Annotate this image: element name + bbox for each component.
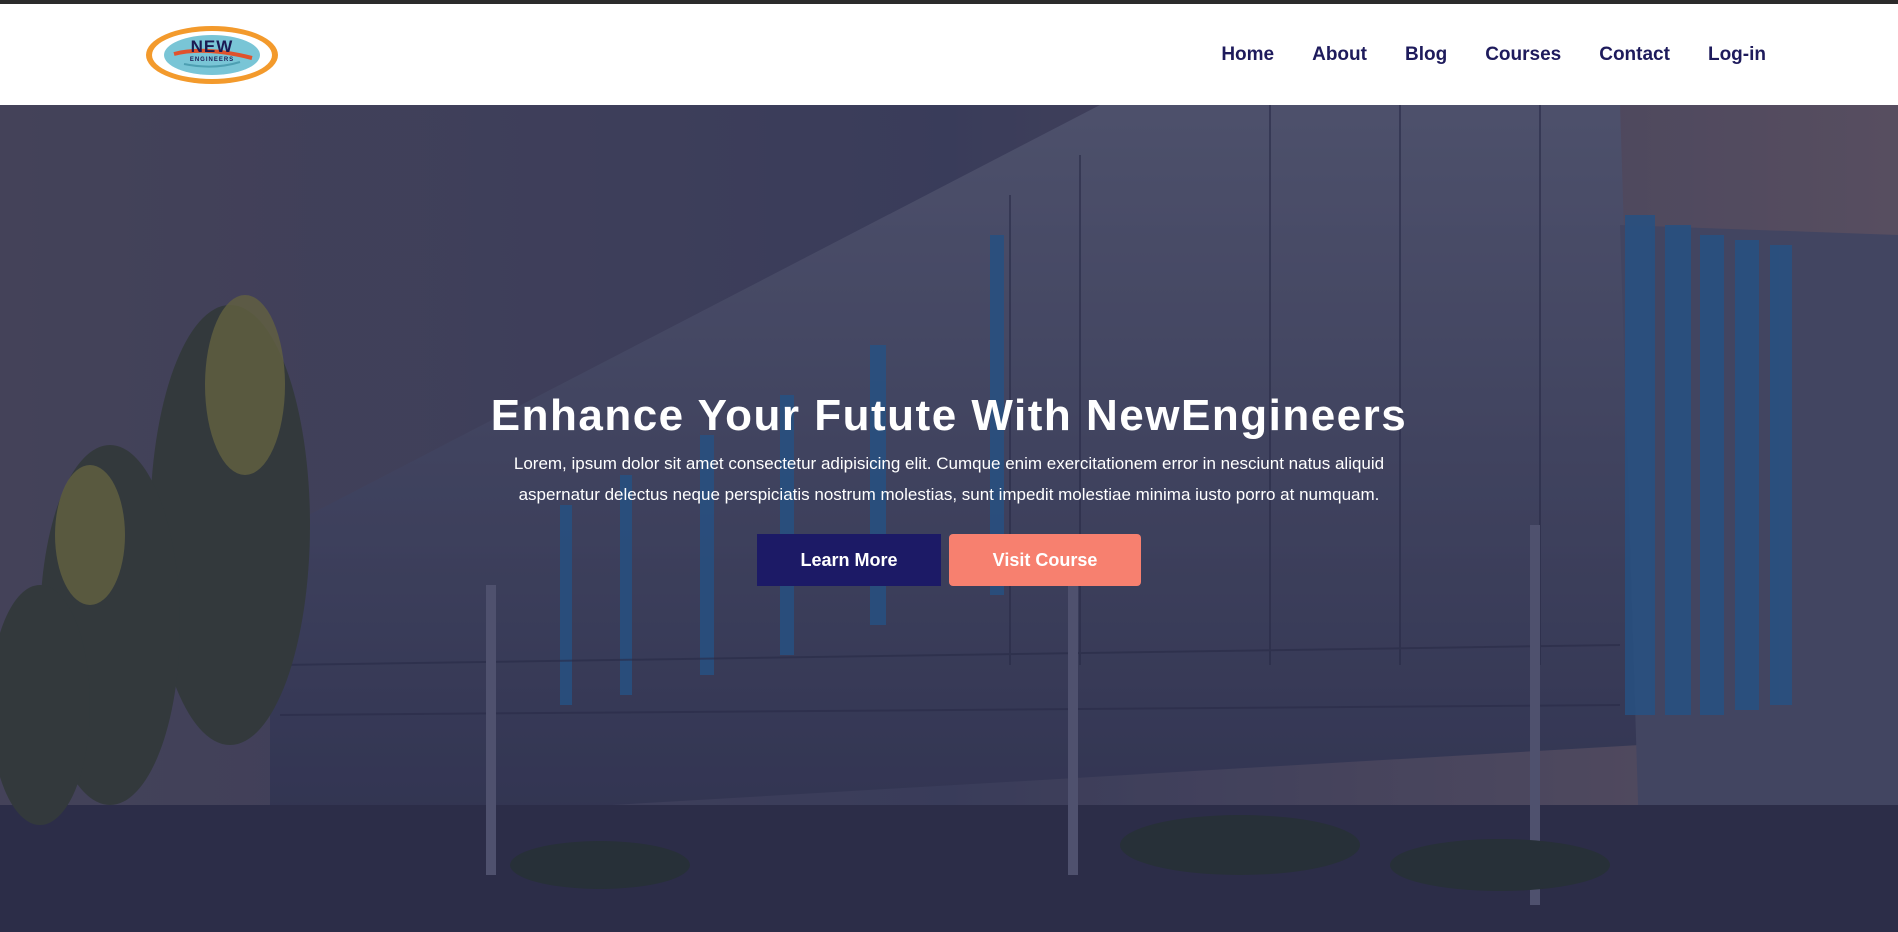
learn-more-button[interactable]: Learn More bbox=[757, 534, 941, 586]
hero-title: Enhance Your Futute With NewEngineers bbox=[490, 391, 1408, 440]
hero-description: Lorem, ipsum dolor sit amet consectetur … bbox=[513, 454, 1385, 504]
nav-blog[interactable]: Blog bbox=[1405, 44, 1447, 66]
visit-course-button[interactable]: Visit Course bbox=[949, 534, 1141, 586]
nav-login[interactable]: Log-in bbox=[1708, 44, 1766, 66]
nav-about[interactable]: About bbox=[1312, 44, 1367, 66]
nav-home[interactable]: Home bbox=[1221, 44, 1274, 66]
site-logo[interactable]: NEW ENGINEERS bbox=[144, 24, 280, 86]
logo-main-text: NEW bbox=[190, 36, 234, 56]
main-nav: Home About Blog Courses Contact Log-in bbox=[1183, 44, 1766, 66]
hero-buttons: Learn More Visit Course bbox=[0, 534, 1898, 586]
logo-sub-text: ENGINEERS bbox=[189, 56, 235, 63]
navbar: NEW ENGINEERS Home About Blog Courses Co… bbox=[0, 4, 1898, 105]
nav-contact[interactable]: Contact bbox=[1599, 44, 1670, 66]
nav-courses[interactable]: Courses bbox=[1485, 44, 1561, 66]
hero-section: Enhance Your Futute With NewEngineers Lo… bbox=[0, 105, 1898, 932]
hero-content: Enhance Your Futute With NewEngineers Lo… bbox=[0, 390, 1898, 586]
